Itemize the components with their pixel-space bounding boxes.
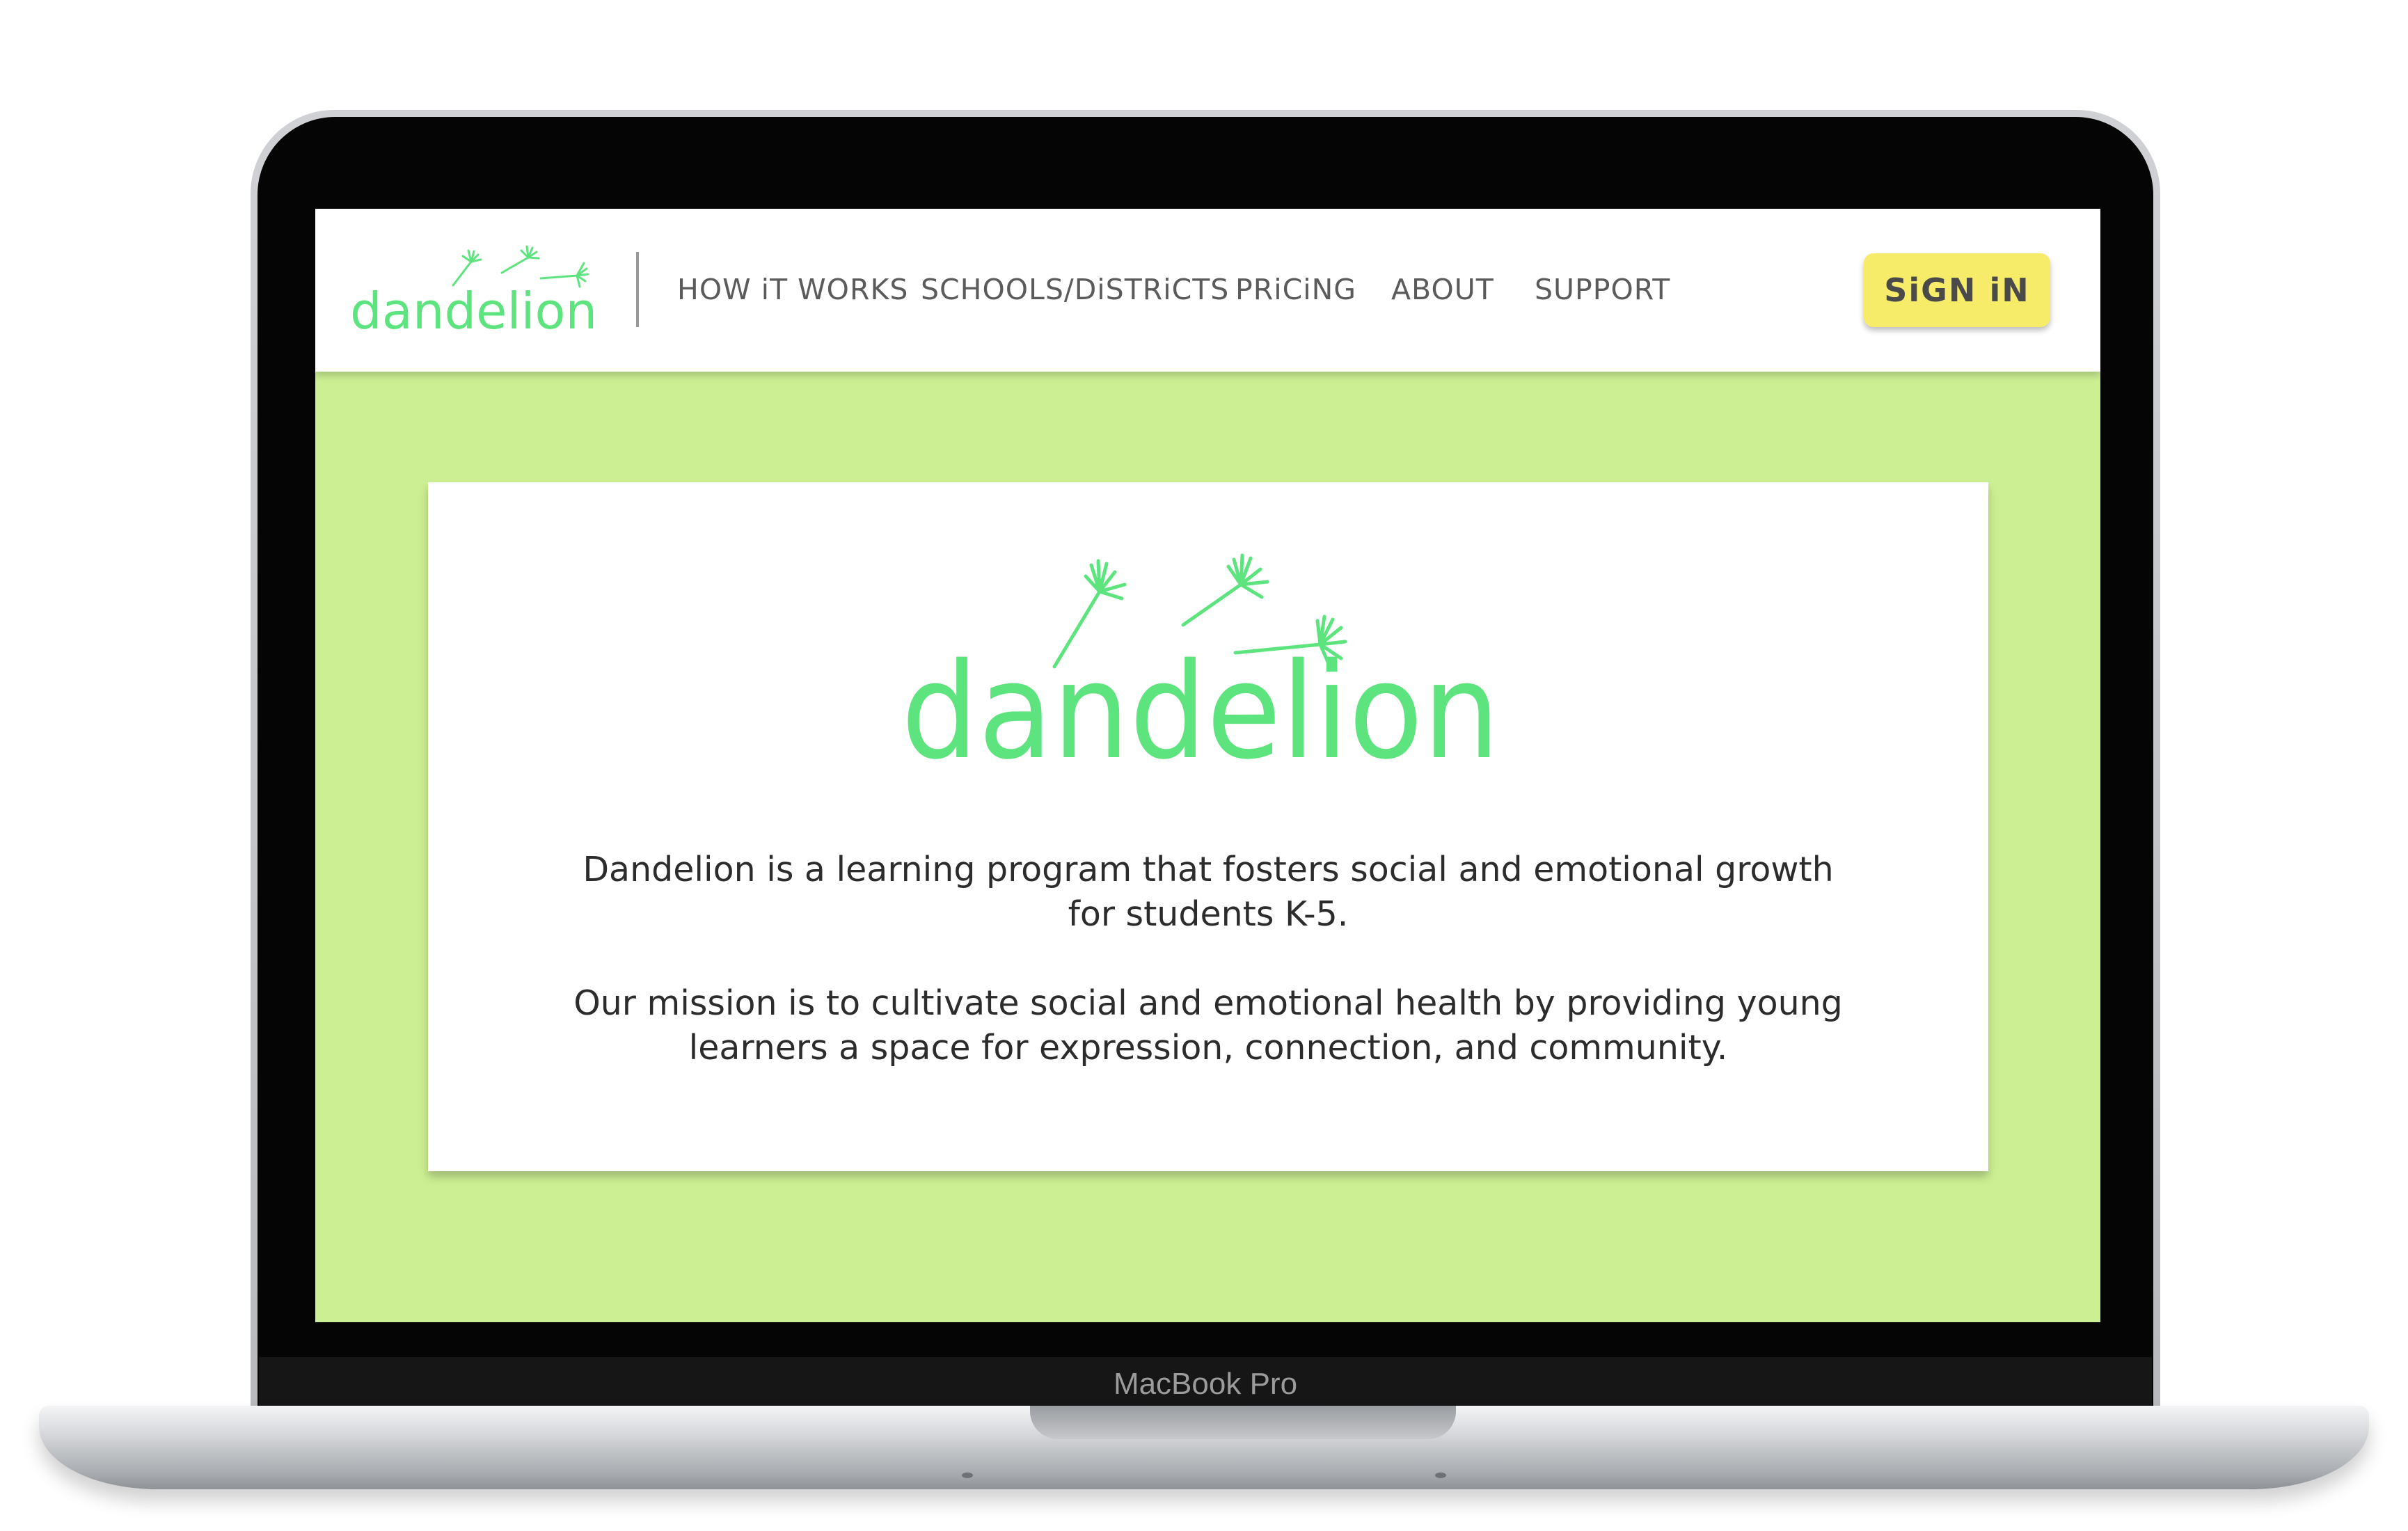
base-foot <box>1435 1473 1446 1478</box>
hero-wordmark: dandelion <box>901 635 1500 778</box>
hero-dandelion-logo: dandelion <box>901 553 1500 778</box>
mission-card: dandelion Dandelion is a learning progra… <box>428 482 1988 1171</box>
logo-wordmark: dandelion <box>350 282 597 340</box>
intro-line-2: for students K-5. <box>1068 894 1349 934</box>
intro-line-1: Dandelion is a learning program that fos… <box>583 850 1834 889</box>
sign-in-button[interactable]: SiGN iN <box>1864 253 2050 327</box>
laptop-mockup: dandelion HOW iT WORKS SCHOOLS/DiSTRiCTS… <box>0 0 2408 1531</box>
mission-line-2: learners a space for expression, connect… <box>688 1028 1728 1068</box>
mission-line-1: Our mission is to cultivate social and e… <box>573 983 1843 1023</box>
nav-how-it-works[interactable]: HOW iT WORKS <box>677 273 908 306</box>
nav-pricing[interactable]: PRiCiNG <box>1235 273 1356 306</box>
laptop-base <box>39 1406 2369 1489</box>
top-navbar: dandelion HOW iT WORKS SCHOOLS/DiSTRiCTS… <box>315 209 2100 372</box>
device-label: MacBook Pro <box>1113 1367 1298 1401</box>
dandelion-logo[interactable]: dandelion <box>349 237 606 341</box>
intro-paragraph: Dandelion is a learning program that fos… <box>539 848 1877 937</box>
nav-about[interactable]: ABOUT <box>1391 273 1494 306</box>
opening-notch <box>1030 1406 1456 1439</box>
browser-viewport: dandelion HOW iT WORKS SCHOOLS/DiSTRiCTS… <box>315 209 2100 1322</box>
nav-divider <box>636 252 639 327</box>
nav-support[interactable]: SUPPORT <box>1535 273 1670 306</box>
nav-schools-districts[interactable]: SCHOOLS/DiSTRiCTS <box>921 273 1229 306</box>
base-foot <box>962 1473 973 1478</box>
mission-paragraph: Our mission is to cultivate social and e… <box>539 981 1877 1070</box>
